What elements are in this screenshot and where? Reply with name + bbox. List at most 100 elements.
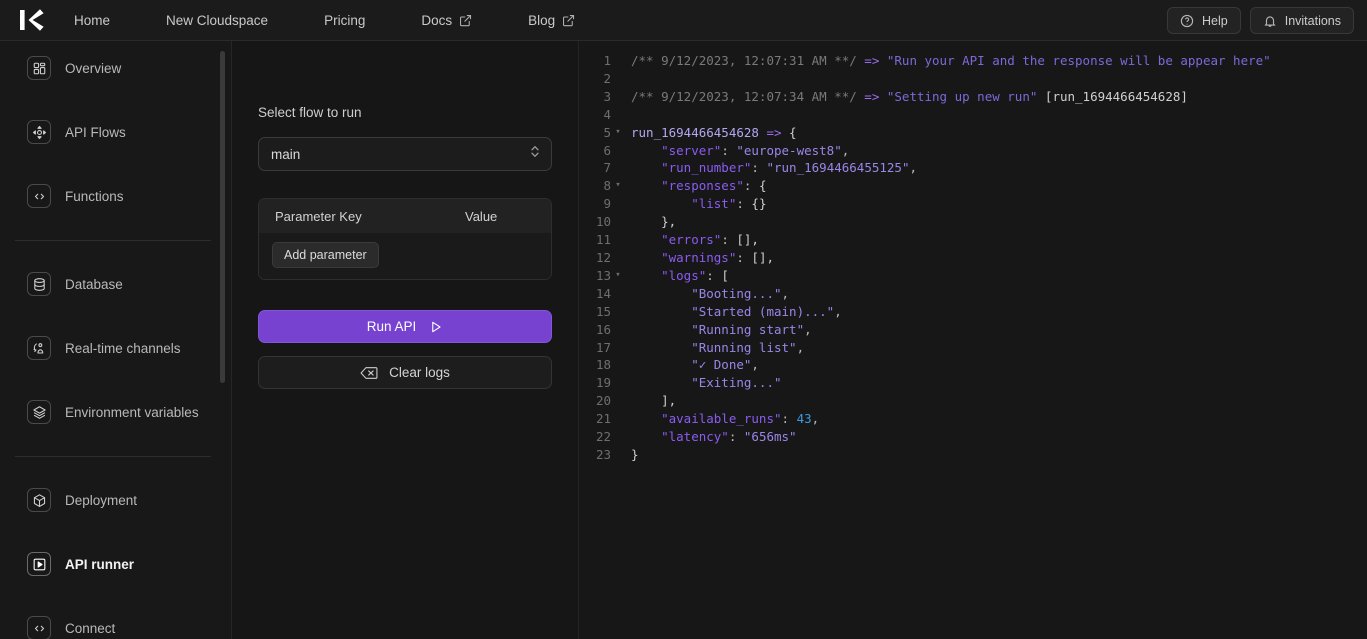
code-token: [ [721,267,729,283]
sidebar-item-api-flows[interactable]: API Flows [0,113,231,151]
sidebar-item-api-runner[interactable]: API runner [0,545,231,583]
sidebar-scrollbar-thumb[interactable] [220,51,225,383]
flow-select-wrapper: main [258,137,552,171]
sidebar-item-label: Environment variables [65,404,199,420]
console-line: 5 ▾ run_1694466454628 => { [579,124,1367,142]
nav-item-label: Pricing [324,12,366,28]
code-token: 43 [796,411,812,427]
clear-logs-label: Clear logs [389,365,450,380]
sidebar-item-label: API runner [65,556,135,572]
nav-item-label: Home [74,12,111,28]
code-token: , [796,339,805,355]
console-line: 20 ], [579,392,1367,410]
console-line-text: "logs": [ [625,267,729,285]
code-token: : [736,196,752,212]
fold-chevron-icon[interactable]: ▾ [611,124,625,142]
code-token: , [909,160,918,176]
code-token: => [758,124,790,140]
top-navigation-bar: Home New Cloudspace Pricing Docs Blog Help I… [0,0,1367,41]
nav-item-blog[interactable]: Blog [528,7,575,34]
code-token: : [781,411,797,427]
line-number: 5 [603,124,611,140]
code-token: "latency" [631,429,729,445]
play-box-icon [27,552,51,576]
realtime-channels-icon [27,336,51,360]
console-line: 9 "list": {} [579,195,1367,213]
code-token: : [721,232,737,248]
fold-chevron-icon[interactable]: ▾ [611,177,625,195]
code-token: ], [631,393,677,409]
code-token: run_1694466454628 [631,124,759,140]
sidebar-item-label: Database [65,276,123,292]
code-token: }, [631,214,677,230]
fold-chevron-icon[interactable]: ▾ [611,267,625,285]
line-number: 18 [595,357,611,373]
sidebar-item-connect[interactable]: Connect [0,609,231,639]
sidebar-scrollbar-track[interactable] [220,46,228,639]
console-line: 19 "Exiting..." [579,374,1367,392]
console-line-text: "✓ Done", [625,356,759,374]
add-parameter-button[interactable]: Add parameter [272,242,379,268]
line-number: 17 [595,339,611,355]
sidebar-items: Overview API Flows Functions Database Real-t… [0,49,231,639]
sidebar-item-overview[interactable]: Overview [0,49,231,87]
sidebar-item-real-time-channels[interactable]: Real-time channels [0,329,231,367]
line-number: 15 [595,303,611,319]
nav-item-pricing[interactable]: Pricing [324,7,365,34]
console-line: 13 ▾ "logs": [ [579,267,1367,285]
line-number: 21 [595,411,611,427]
nav-item-docs[interactable]: Docs [421,7,472,34]
code-token: => [864,53,887,68]
code-token: "available_runs" [631,411,782,427]
console-line: 12 "warnings": [], [579,249,1367,267]
code-token: , [804,321,812,337]
console-output-panel[interactable]: 1 /** 9/12/2023, 12:07:31 AM **/ => "Run … [579,41,1367,639]
line-number: 16 [595,321,611,337]
flow-select[interactable]: main [258,137,552,171]
console-line-text: /** 9/12/2023, 12:07:34 AM **/ => "Setti… [625,88,1188,106]
code-token: {} [751,196,767,212]
logo-k-icon [20,9,44,31]
console-line-text: /** 9/12/2023, 12:07:31 AM **/ => "Run y… [625,52,1271,70]
line-number: 13 [595,267,611,283]
console-line-text: "Started (main)...", [625,303,842,321]
nav-item-label: Docs [421,12,453,28]
code-token: , [751,357,759,373]
code-token: : [721,142,737,158]
api-runner-controls-panel: Select flow to run main Parameter Key Va… [232,41,579,639]
column-header-parameter-key: Parameter Key [275,208,362,224]
nav-item-home[interactable]: Home [74,7,110,34]
brand-logo[interactable] [18,7,52,33]
line-number: 11 [595,232,611,248]
code-token: , [841,142,850,158]
invitations-button[interactable]: Invitations [1249,7,1354,34]
console-line: 23} [579,446,1367,464]
sidebar-item-functions[interactable]: Functions [0,177,231,215]
code-token: [run_1694466454628] [1037,88,1188,104]
code-token: "responses" [631,178,744,194]
sidebar-item-environment-variables[interactable]: Environment variables [0,393,231,431]
sidebar-item-database[interactable]: Database [0,265,231,303]
run-api-button[interactable]: Run API [258,310,552,343]
column-header-value: Value [465,208,498,224]
console-line: 1 /** 9/12/2023, 12:07:31 AM **/ => "Run … [579,52,1367,70]
console-line: 15 "Started (main)...", [579,303,1367,321]
code-token: { [789,124,797,140]
code-token: "Exiting..." [631,375,782,391]
help-button[interactable]: Help [1167,7,1241,34]
nav-item-new-cloudspace[interactable]: New Cloudspace [166,7,268,34]
console-line-text [625,106,639,124]
flow-select-label: Select flow to run [258,105,362,120]
clear-logs-button[interactable]: Clear logs [258,356,552,389]
console-line-text: "available_runs": 43, [625,410,819,428]
console-line-text: "errors": [], [625,231,759,249]
console-line-text: }, [625,213,676,231]
console-line-text: "run_number": "run_1694466455125", [625,159,917,177]
console-line: 3 /** 9/12/2023, 12:07:34 AM **/ => "Sett… [579,88,1367,106]
code-token: "Run your API and the response will be a… [886,53,1271,68]
line-number: 23 [595,446,611,462]
sidebar-item-label: Deployment [65,492,138,508]
bell-icon [1264,15,1276,27]
sidebar-item-deployment[interactable]: Deployment [0,481,231,519]
console-line: 2 [579,70,1367,88]
